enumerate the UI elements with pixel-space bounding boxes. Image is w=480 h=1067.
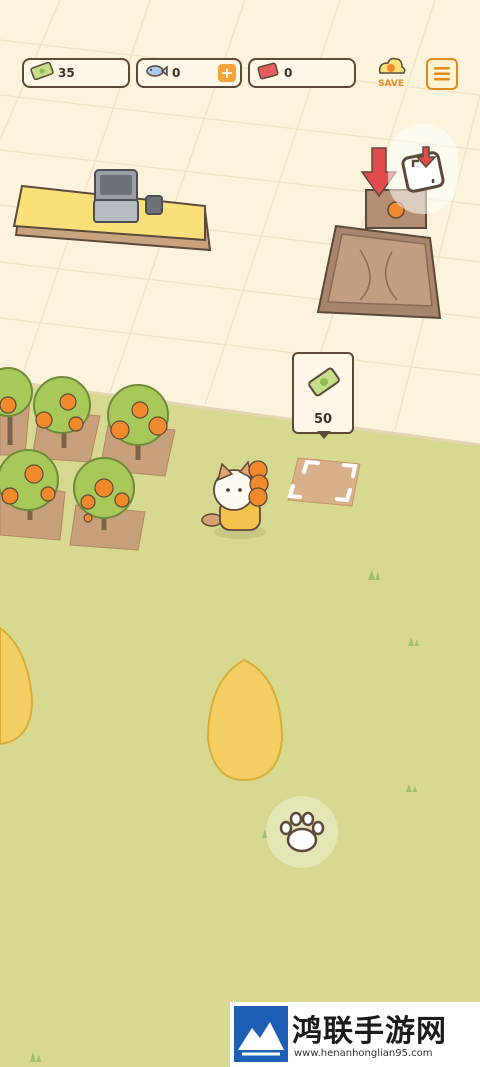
save-label: SAVE	[378, 79, 404, 89]
empty-plot	[287, 457, 361, 507]
watermark-logo	[234, 1006, 288, 1062]
plot-price-tag[interactable]: 50	[292, 352, 354, 434]
paw-icon	[279, 811, 325, 853]
fish-icon	[138, 62, 168, 84]
plot-price: 50	[313, 412, 333, 427]
haystack	[0, 626, 284, 782]
save-button[interactable]	[374, 54, 408, 80]
fish-value: 0	[172, 66, 181, 80]
storage-icon	[401, 146, 445, 193]
menu-icon	[434, 67, 450, 81]
menu-button[interactable]	[426, 58, 458, 90]
cash-icon	[24, 61, 54, 84]
add-fish-button[interactable]: +	[218, 64, 236, 82]
ticket-icon	[250, 62, 280, 84]
site-watermark: 鸿联手游网 www.henanhonglian95.com	[230, 1002, 480, 1067]
price-tag-pointer	[317, 431, 331, 439]
paw-action-button[interactable]	[266, 796, 338, 868]
fish-counter: 0 +	[136, 58, 242, 88]
cash-counter: 35	[22, 58, 130, 88]
watermark-url: www.henanhonglian95.com	[294, 1048, 433, 1059]
ticket-value: 0	[284, 66, 293, 80]
save-icon	[378, 57, 406, 74]
ticket-counter: 0	[248, 58, 356, 88]
cash-value: 35	[58, 66, 75, 80]
cash-icon	[308, 367, 340, 397]
orange-orchard	[0, 367, 176, 551]
watermark-title: 鸿联手游网	[292, 1014, 447, 1049]
storage-button[interactable]	[388, 124, 458, 214]
cat-character	[201, 460, 269, 539]
